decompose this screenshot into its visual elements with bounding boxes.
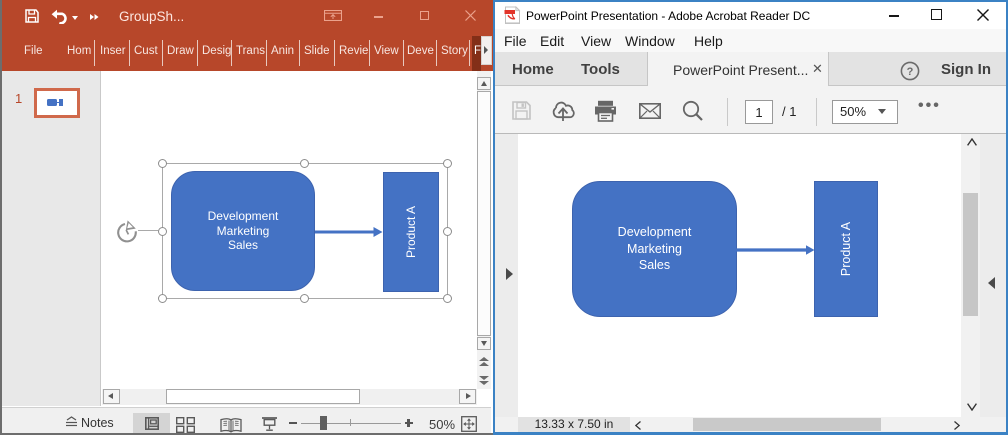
svg-text:?: ?: [907, 66, 914, 78]
